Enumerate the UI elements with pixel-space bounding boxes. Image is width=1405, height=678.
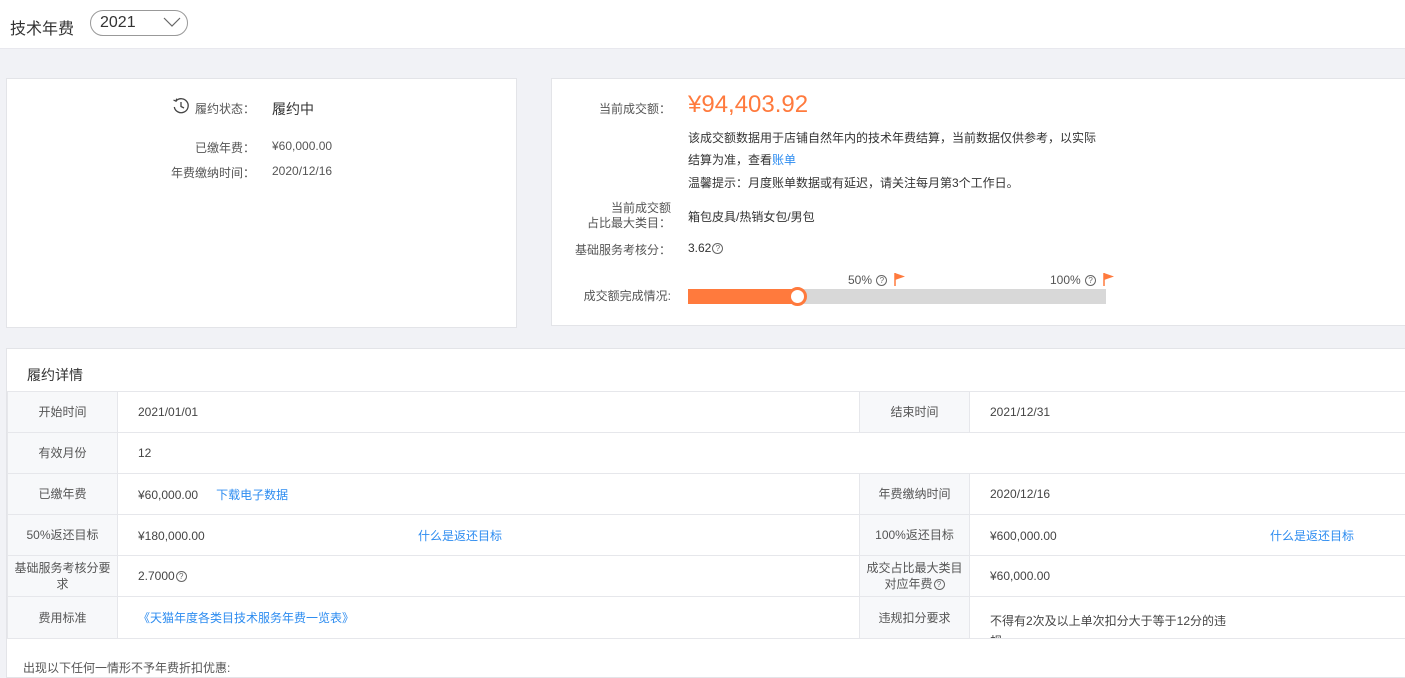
status-label: 履约状态： (107, 100, 255, 117)
mark-100-label: 100% (1050, 273, 1081, 287)
valid-months-label: 有效月份 (8, 433, 118, 474)
start-time-label: 开始时间 (8, 392, 118, 433)
target-50-cell: ¥180,000.00什么是返还目标 (118, 515, 860, 556)
table-row: 50%返还目标 ¥180,000.00什么是返还目标 100%返还目标 ¥600… (8, 515, 1405, 556)
category-value: 箱包皮具/热销女包/男包 (688, 208, 815, 225)
deal-panel: 当前成交额： ¥94,403.92 该成交额数据用于店铺自然年内的技术年费结算，… (551, 78, 1405, 326)
year-select-value: 2021 (100, 14, 136, 32)
mark-50-label: 50% (848, 273, 872, 287)
progress-label: 成交额完成情况: (552, 287, 671, 304)
chevron-down-icon (163, 16, 181, 28)
end-time-label: 结束时间 (860, 392, 970, 433)
progress-fill (688, 289, 797, 304)
page-header: 技术年费 2021 (0, 0, 1405, 49)
download-data-link[interactable]: 下载电子数据 (216, 488, 288, 502)
end-time-value: 2021/12/31 (970, 392, 1405, 433)
target-100-label: 100%返还目标 (860, 515, 970, 556)
table-row: 开始时间 2021/01/01 结束时间 2021/12/31 (8, 392, 1405, 433)
flag-icon (893, 272, 907, 286)
status-panel: 履约状态： 履约中 已缴年费： ¥60,000.00 年费缴纳时间： 2020/… (6, 78, 517, 328)
details-table: 开始时间 2021/01/01 结束时间 2021/12/31 有效月份 12 … (7, 391, 1405, 639)
category-fee-label-line1: 成交占比最大类目 (866, 561, 962, 575)
pay-time-value: 2020/12/16 (272, 164, 332, 178)
target-50-value: ¥180,000.00 (138, 529, 418, 543)
page-title: 技术年费 (10, 15, 74, 39)
service-score-label: 基础服务考核分： (552, 241, 671, 258)
help-icon[interactable]: ? (876, 275, 887, 286)
year-select[interactable]: 2021 (90, 10, 188, 36)
category-fee-label: 成交占比最大类目对应年费? (860, 556, 970, 597)
category-fee-value: ¥60,000.00 (970, 556, 1405, 597)
service-score: 3.62? (688, 241, 723, 255)
paid-fee-value: ¥60,000.00 (272, 139, 332, 153)
paid-fee-label: 已缴年费 (8, 474, 118, 515)
target-50-label: 50%返还目标 (8, 515, 118, 556)
score-requirement-value: 2.7000 (138, 569, 175, 583)
score-requirement-cell: 2.7000? (118, 556, 860, 597)
violation-text: 不得有2次及以上单次扣分大于等于12分的违规 (990, 611, 1230, 638)
table-row: 有效月份 12 (8, 433, 1405, 474)
valid-months-value: 12 (118, 433, 1405, 474)
service-score-value: 3.62 (688, 241, 711, 255)
fee-standard-label: 费用标准 (8, 597, 118, 639)
pay-time-label: 年费缴纳时间： (107, 164, 255, 181)
details-panel: 履约详情 开始时间 2021/01/01 结束时间 2021/12/31 有效月… (6, 348, 1405, 678)
table-row: 已缴年费 ¥60,000.00 下载电子数据 年费缴纳时间 2020/12/16 (8, 474, 1405, 515)
deal-description-2: 结算为准，查看账单 (688, 151, 796, 168)
deal-amount-label: 当前成交额： (552, 100, 671, 117)
mark-50: 50% ? (848, 273, 887, 287)
violation-value: 不得有2次及以上单次扣分大于等于12分的违规 (970, 597, 1405, 639)
progress-bar (688, 289, 1106, 304)
paid-fee-cell: ¥60,000.00 下载电子数据 (118, 474, 860, 515)
category-fee-label-line2: 对应年费 (884, 577, 932, 591)
help-icon[interactable]: ? (934, 579, 945, 590)
table-row: 基础服务考核分要求 2.7000? 成交占比最大类目对应年费? ¥60,000.… (8, 556, 1405, 597)
progress-knob (788, 287, 807, 306)
details-title: 履约详情 (27, 365, 83, 385)
deal-description: 该成交额数据用于店铺自然年内的技术年费结算，当前数据仅供参考，以实际 (688, 129, 1096, 146)
start-time-value: 2021/01/01 (118, 392, 860, 433)
pay-time-label: 年费缴纳时间 (860, 474, 970, 515)
help-icon[interactable]: ? (1085, 275, 1096, 286)
status-value: 履约中 (272, 99, 314, 119)
flag-icon (1102, 272, 1116, 286)
pay-time-value: 2020/12/16 (970, 474, 1405, 515)
help-icon[interactable]: ? (712, 243, 723, 254)
score-requirement-label: 基础服务考核分要求 (8, 556, 118, 597)
bill-link[interactable]: 账单 (772, 153, 796, 167)
target-100-cell: ¥600,000.00什么是返还目标 (970, 515, 1405, 556)
violation-label: 违规扣分要求 (860, 597, 970, 639)
what-is-target-link[interactable]: 什么是返还目标 (418, 529, 502, 543)
category-label-line2: 占比最大类目： (552, 214, 671, 231)
mark-100: 100% ? (1050, 273, 1096, 287)
fee-standard-cell: 《天猫年度各类目技术服务年费一览表》 (118, 597, 860, 639)
deal-description-text: 结算为准，查看 (688, 153, 772, 167)
paid-fee-label: 已缴年费： (107, 139, 255, 156)
what-is-target-link[interactable]: 什么是返还目标 (1270, 529, 1354, 543)
deal-tip: 温馨提示：月度账单数据或有延迟，请关注每月第3个工作日。 (688, 174, 1019, 191)
paid-fee-value: ¥60,000.00 (138, 488, 198, 502)
deal-amount-value: ¥94,403.92 (688, 91, 808, 119)
table-row: 费用标准 《天猫年度各类目技术服务年费一览表》 违规扣分要求 不得有2次及以上单… (8, 597, 1405, 639)
fee-standard-link[interactable]: 《天猫年度各类目技术服务年费一览表》 (138, 611, 354, 625)
target-100-value: ¥600,000.00 (990, 529, 1270, 543)
help-icon[interactable]: ? (176, 571, 187, 582)
